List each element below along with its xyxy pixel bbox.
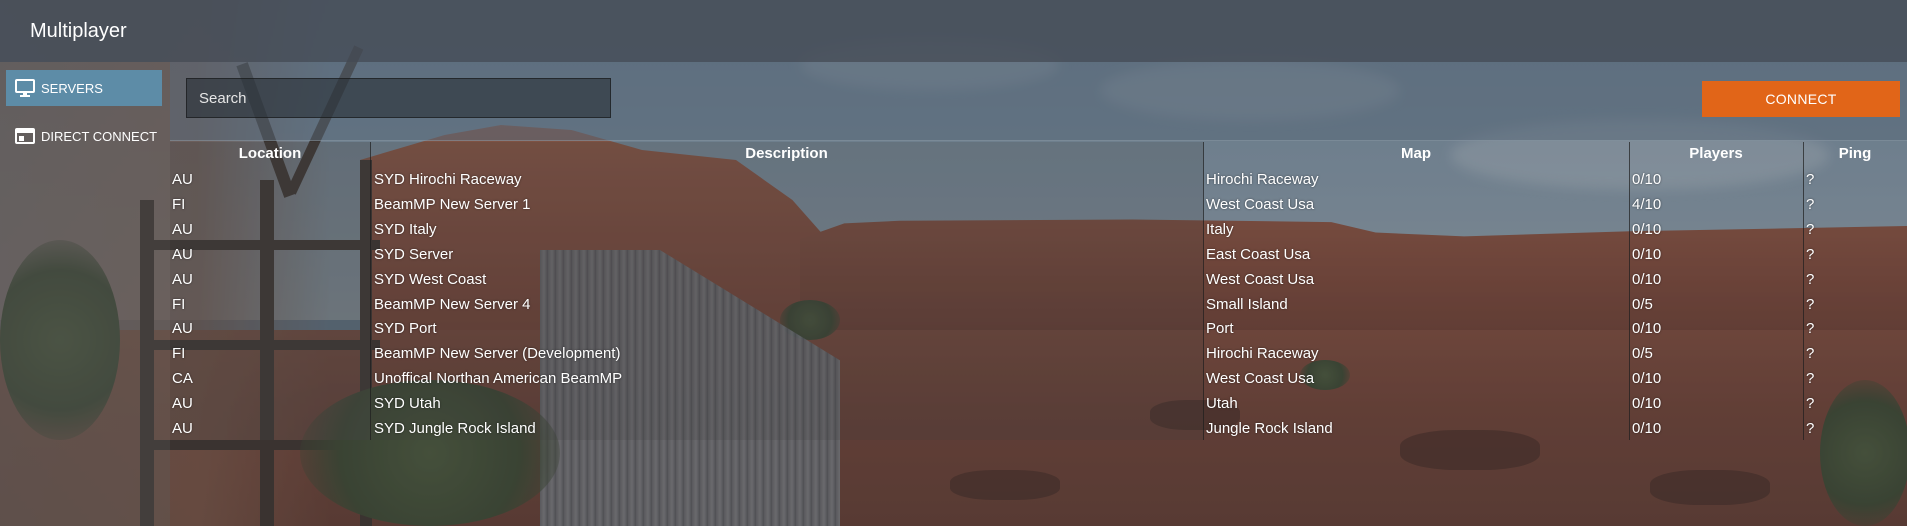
players-cell: 0/5	[1632, 295, 1653, 313]
search-input[interactable]	[186, 78, 611, 118]
table-row[interactable]: AU SYD Jungle Rock Island Jungle Rock Isla…	[170, 416, 1907, 441]
map-cell: West Coast Usa	[1206, 195, 1315, 213]
map-cell: Hirochi Raceway	[1206, 345, 1319, 363]
column-header-players[interactable]: Players	[1629, 142, 1803, 166]
map-cell: Jungle Rock Island	[1206, 420, 1333, 437]
table-row[interactable]: AU SYD Utah Utah 0/10?	[170, 391, 1907, 416]
location-cell: AU	[172, 420, 193, 437]
players-cell: 0/10	[1632, 395, 1662, 413]
location-cell: CA	[172, 370, 193, 388]
window-icon	[13, 126, 37, 146]
table-row[interactable]: AU SYD West Coast West Coast Usa 0/10?	[170, 267, 1907, 292]
players-cell: 0/10	[1632, 171, 1662, 188]
column-header-map[interactable]: Map	[1203, 142, 1629, 166]
ping-cell: ?	[1806, 245, 1815, 263]
map-cell: Small Island	[1206, 295, 1288, 313]
ping-cell: ?	[1806, 320, 1815, 338]
description-cell: SYD Server	[374, 245, 454, 263]
table-row[interactable]: CA Unoffical Northan American BeamMP West …	[170, 366, 1907, 391]
server-table: Location Description Map Players Ping AU…	[170, 142, 1907, 437]
location-cell: AU	[172, 395, 193, 413]
table-row[interactable]: FI BeamMP New Server (Development) Hirochi…	[170, 341, 1907, 366]
table-row[interactable]: FI BeamMP New Server 4 Small Island 0/5?	[170, 292, 1907, 317]
map-cell: East Coast Usa	[1206, 245, 1311, 263]
sidebar-item-servers[interactable]: SERVERS	[6, 70, 162, 106]
description-cell: SYD Italy	[374, 220, 437, 238]
description-cell: SYD Hirochi Raceway	[374, 171, 522, 188]
location-cell: FI	[172, 195, 186, 213]
map-cell: Italy	[1206, 220, 1234, 238]
description-cell: BeamMP New Server (Development)	[374, 345, 621, 363]
players-cell: 0/10	[1632, 370, 1662, 388]
description-cell: SYD Port	[374, 320, 437, 338]
players-cell: 0/10	[1632, 245, 1662, 263]
monitor-icon	[13, 78, 37, 98]
location-cell: AU	[172, 245, 193, 263]
location-cell: AU	[172, 220, 193, 238]
description-cell: BeamMP New Server 1	[374, 195, 531, 213]
description-cell: SYD Jungle Rock Island	[374, 420, 536, 437]
location-cell: AU	[172, 171, 193, 188]
table-row[interactable]: AU SYD Italy Italy 0/10?	[170, 217, 1907, 242]
sidebar-item-direct-connect[interactable]: DIRECT CONNECT	[6, 118, 162, 154]
players-cell: 0/10	[1632, 220, 1662, 238]
map-cell: West Coast Usa	[1206, 370, 1315, 388]
map-cell: Port	[1206, 320, 1234, 338]
location-cell: FI	[172, 345, 186, 363]
sidebar-item-label: DIRECT CONNECT	[41, 128, 158, 144]
location-cell: AU	[172, 270, 193, 288]
location-cell: FI	[172, 295, 186, 313]
players-cell: 0/5	[1632, 345, 1653, 363]
connect-button[interactable]: CONNECT	[1702, 81, 1900, 117]
table-row[interactable]: AU SYD Server East Coast Usa 0/10?	[170, 242, 1907, 267]
ping-cell: ?	[1806, 345, 1815, 363]
title-bar: Multiplayer	[0, 0, 1907, 62]
players-cell: 4/10	[1632, 195, 1662, 213]
location-cell: AU	[172, 320, 193, 338]
ping-cell: ?	[1806, 370, 1815, 388]
players-cell: 0/10	[1632, 420, 1662, 437]
description-cell: BeamMP New Server 4	[374, 295, 531, 313]
ping-cell: ?	[1806, 270, 1815, 288]
page-title: Multiplayer	[30, 20, 127, 42]
ping-cell: ?	[1806, 420, 1815, 437]
ping-cell: ?	[1806, 195, 1815, 213]
description-cell: SYD West Coast	[374, 270, 487, 288]
column-header-location[interactable]: Location	[170, 142, 370, 166]
players-cell: 0/10	[1632, 320, 1662, 338]
description-cell: SYD Utah	[374, 395, 441, 413]
ping-cell: ?	[1806, 295, 1815, 313]
map-cell: Utah	[1206, 395, 1238, 413]
column-header-description[interactable]: Description	[370, 142, 1203, 166]
description-cell: Unoffical Northan American BeamMP	[374, 370, 623, 388]
players-cell: 0/10	[1632, 270, 1662, 288]
map-cell: Hirochi Raceway	[1206, 171, 1319, 188]
map-cell: West Coast Usa	[1206, 270, 1315, 288]
table-row[interactable]: FI BeamMP New Server 1 West Coast Usa 4/10?	[170, 192, 1907, 217]
ping-cell: ?	[1806, 171, 1815, 188]
column-header-ping[interactable]: Ping	[1803, 142, 1907, 166]
sidebar-item-label: SERVERS	[41, 80, 103, 96]
table-row[interactable]: AU SYD Port Port 0/10?	[170, 316, 1907, 341]
table-row[interactable]: AU SYD Hirochi Raceway Hirochi Raceway 0/10…	[170, 167, 1907, 192]
ping-cell: ?	[1806, 220, 1815, 238]
table-header: Location Description Map Players Ping	[170, 142, 1907, 166]
ping-cell: ?	[1806, 395, 1815, 413]
